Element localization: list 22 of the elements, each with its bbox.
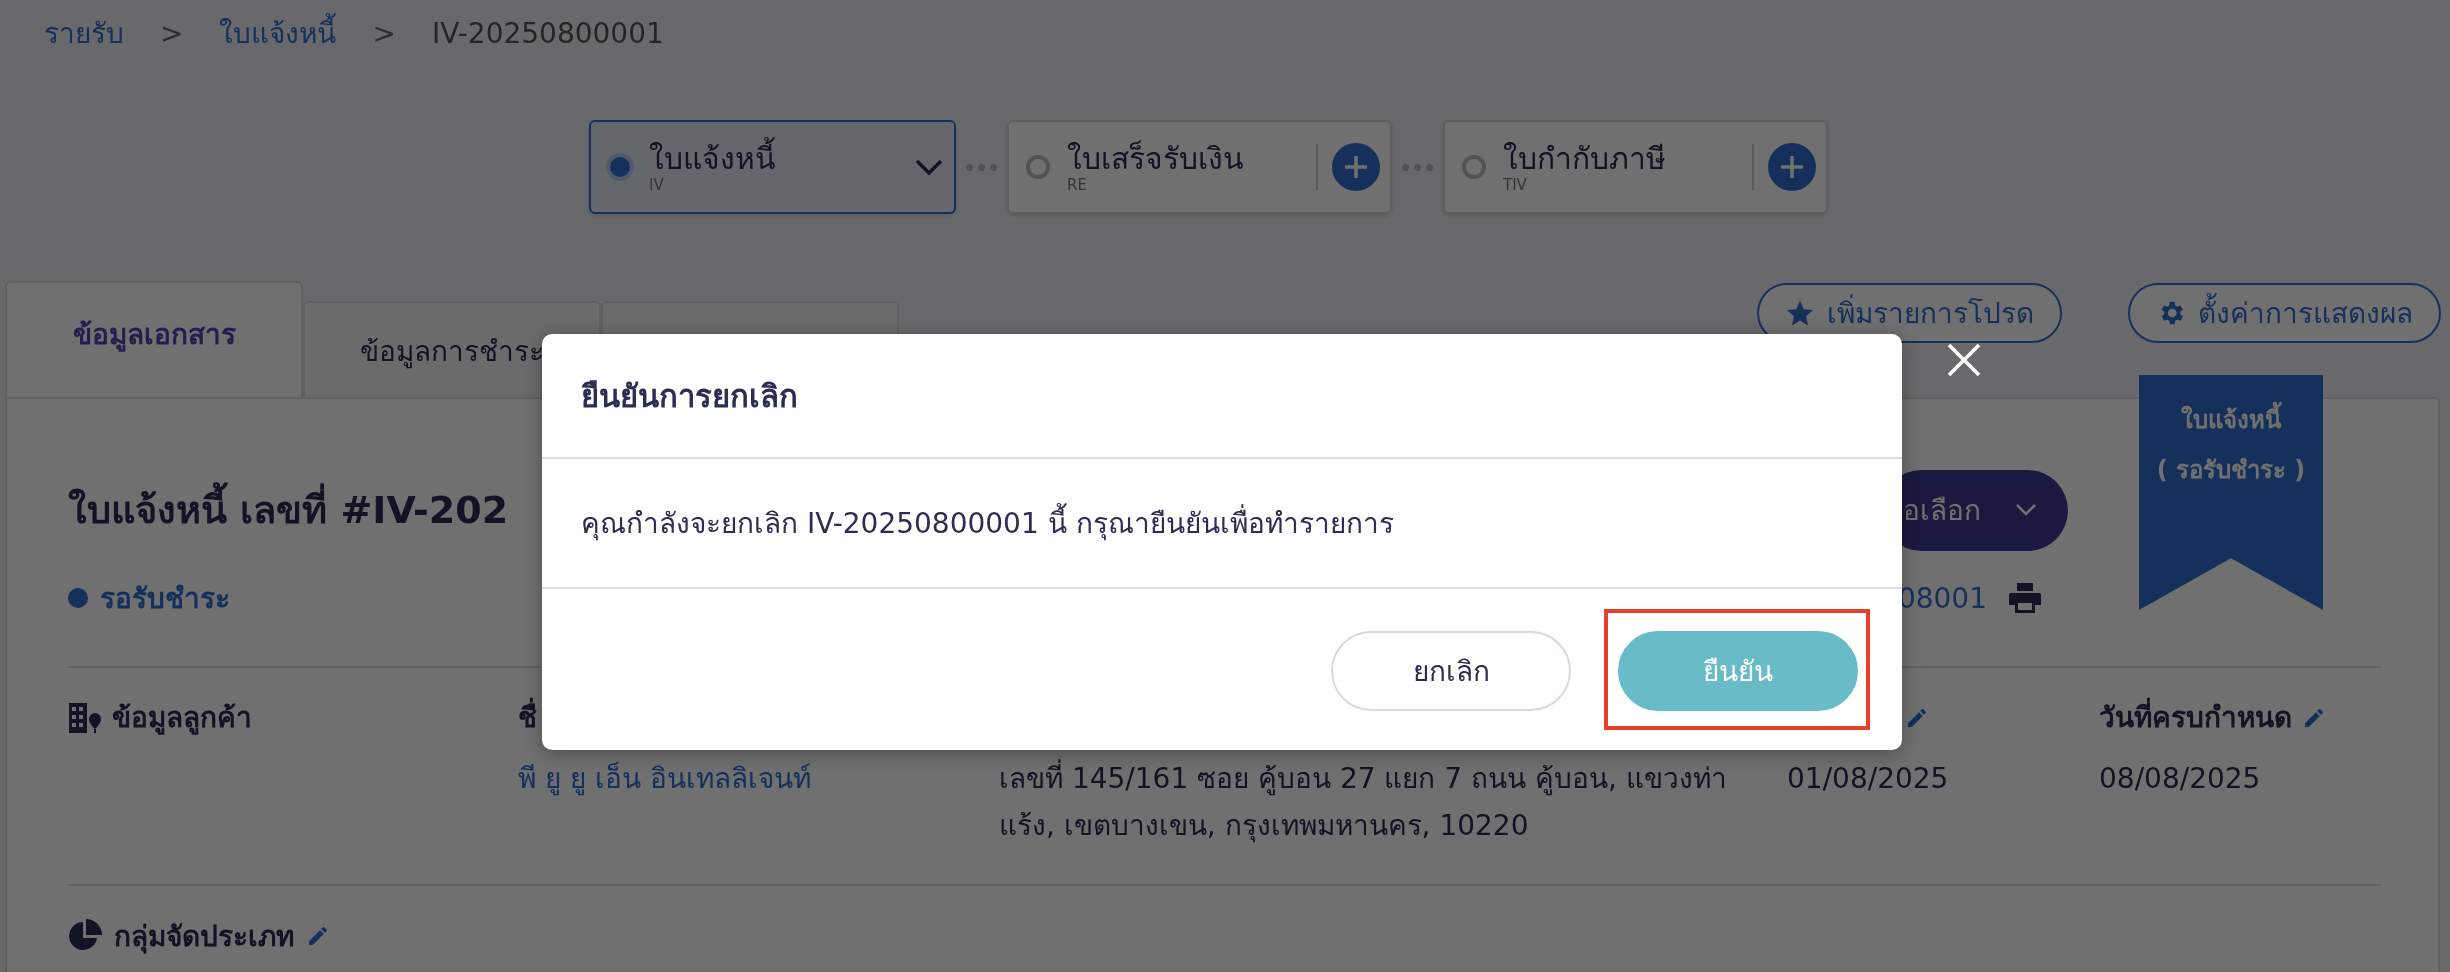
section-label: กลุ่มจัดประเภท (114, 919, 294, 956)
step-code: RE (1067, 177, 1088, 193)
step-code: TIV (1503, 177, 1528, 193)
address-line: แร้ง, เขตบางเขน, กรุงเทพมหานคร, 10220 (999, 808, 1530, 845)
ribbon-title: ใบแจ้งหนี้ (2181, 395, 2281, 445)
field-label: วันที่ครบกำหนด (2099, 698, 2292, 738)
breadcrumb-separator: > (372, 16, 396, 52)
breadcrumb-separator: > (160, 16, 184, 52)
dialog-title: ยืนยันการยกเลิก (542, 334, 1902, 459)
field-label: ชื่ (518, 698, 537, 738)
step-title: ใบเสร็จรับเงิน (1067, 141, 1244, 177)
step-code: IV (649, 177, 665, 193)
due-date: 08/08/2025 (2099, 761, 2262, 797)
dialog-message: คุณกำลังจะยกเลิก IV-20250800001 นี้ กรุณายืนยันเพื่อทำรายการ (581, 501, 1394, 545)
breadcrumb-current: IV-20250800001 (431, 16, 664, 52)
ribbon-status: ( รอรับชำระ ) (2156, 455, 2306, 486)
section-label: ข้อมูลลูกค้า (112, 700, 252, 737)
document-title: ใบแจ้งหนี้ เลขที่ #IV-202 (68, 480, 509, 540)
issue-date: 01/08/2025 (1787, 761, 1950, 797)
address-line: เลขที่ 145/161 ซอย คู้บอน 27 แยก 7 ถนน คู้บอน, แขวงท่า (999, 755, 1787, 802)
step-title: ใบกำกับภาษี (1503, 141, 1666, 177)
status-label: รอรับชำระ (100, 581, 230, 617)
